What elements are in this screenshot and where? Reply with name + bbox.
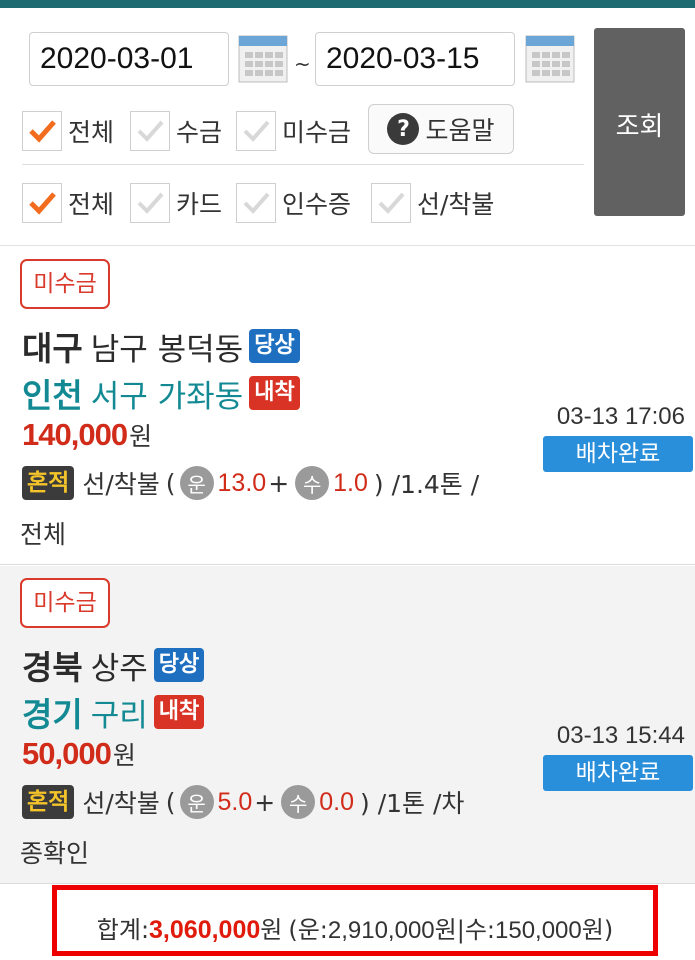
price-currency: 원: [112, 741, 136, 770]
detail-tail: ) /1.4톤 /: [373, 470, 480, 499]
pay-type: 선/착불: [82, 470, 160, 499]
checkbox-label: 전체: [68, 190, 115, 219]
fare-icon: 운: [179, 785, 214, 819]
top-accent-bar: [0, 0, 695, 8]
breakdown-prefix: (운:: [288, 916, 328, 944]
price-amount: 140,000: [22, 417, 128, 452]
origin-region: 대구: [22, 329, 83, 368]
vehicle-text: 전체: [20, 520, 67, 549]
question-icon: ?: [387, 113, 420, 145]
fare-total: 2,910,000: [327, 917, 435, 944]
type-all-checkbox[interactable]: 전체: [22, 180, 114, 226]
payment-all-checkbox[interactable]: 전체: [22, 108, 114, 154]
vehicle-text: 종확인: [20, 839, 90, 868]
paren-open: (: [165, 468, 176, 498]
type-filter-row: 전체 카드 인수증 선/착불: [0, 180, 590, 226]
dispatch-status-badge: 배차완료: [543, 755, 693, 791]
detail-line: 혼적 선/착불 ( 운 13.0 + 수 1.0 ) /1.4톤 /: [22, 465, 479, 501]
fee-total: 150,000: [495, 917, 582, 944]
origin-line: 경북 상주 당상: [22, 641, 205, 689]
help-label: 도움말: [425, 116, 495, 145]
dispatch-status-badge: 배차완료: [543, 436, 693, 472]
total-amount: 3,060,000: [149, 916, 261, 944]
total-label: 합계:: [96, 916, 150, 944]
checkbox-label: 카드: [176, 190, 223, 219]
type-prepaid-collect-checkbox[interactable]: 선/착불: [371, 180, 494, 226]
load-type-tag: 혼적: [22, 466, 75, 500]
checkbox-label: 수금: [176, 118, 223, 147]
destination-line: 경기 구리 내착: [22, 688, 205, 736]
order-card[interactable]: 미수금 경북 상주 당상 경기 구리 내착 50,000 원 혼적 선/착불 (…: [0, 566, 695, 884]
load-type-tag: 혼적: [22, 785, 75, 819]
checkmark-icon: [22, 111, 62, 151]
fee-value: 0.0: [319, 787, 355, 816]
price-amount: 50,000: [22, 736, 112, 771]
checkbox-label: 미수금: [282, 118, 352, 147]
breakdown-separator: 원|수:: [434, 916, 495, 944]
type-card-checkbox[interactable]: 카드: [130, 180, 222, 226]
total-summary: 합계: 3,060,000 원 (운: 2,910,000 원|수: 150,0…: [52, 885, 658, 956]
dest-region: 인천: [22, 376, 83, 415]
plus-sign: +: [268, 468, 290, 498]
filter-panel: 2020-03-01 ~ 2020-03-15 조회 전체 수금 미수금 ? 도…: [0, 8, 695, 246]
order-card[interactable]: 미수금 대구 남구 봉덕동 당상 인천 서구 가좌동 내착 140,000 원 …: [0, 247, 695, 565]
start-date-input[interactable]: 2020-03-01: [29, 32, 229, 86]
end-calendar-icon[interactable]: [525, 34, 575, 84]
price-line: 140,000 원: [22, 417, 152, 453]
destination-line: 인천 서구 가좌동 내착: [22, 369, 300, 417]
date-range-separator: ~: [294, 52, 311, 76]
dest-tag: 내착: [249, 376, 300, 410]
plus-sign: +: [254, 787, 276, 817]
origin-line: 대구 남구 봉덕동 당상: [22, 322, 300, 370]
origin-tag: 당상: [249, 329, 300, 363]
query-button[interactable]: 조회: [594, 28, 685, 216]
detail-line: 혼적 선/착불 ( 운 5.0 + 수 0.0 ) /1톤 /차: [22, 784, 464, 820]
fee-icon: 수: [295, 466, 330, 500]
checkbox-label: 전체: [68, 118, 115, 147]
checkmark-icon: [371, 183, 411, 223]
dest-detail: 서구 가좌동: [90, 378, 244, 415]
order-time: 03-13 17:06: [556, 403, 685, 430]
end-date-input[interactable]: 2020-03-15: [315, 32, 515, 86]
fare-value: 13.0: [217, 468, 267, 497]
unpaid-badge: 미수금: [20, 578, 110, 628]
breakdown-suffix: 원): [581, 916, 614, 944]
type-receipt-checkbox[interactable]: 인수증: [236, 180, 351, 226]
detail-tail: ) /1톤 /차: [360, 789, 465, 818]
total-currency: 원: [260, 916, 283, 944]
checkmark-icon: [236, 111, 276, 151]
filter-divider: [22, 164, 584, 165]
origin-region: 경북: [22, 648, 83, 687]
payment-collected-checkbox[interactable]: 수금: [130, 108, 222, 154]
start-calendar-icon[interactable]: [238, 34, 288, 84]
dest-detail: 구리: [90, 697, 148, 734]
checkmark-icon: [22, 183, 62, 223]
pay-type: 선/착불: [82, 789, 160, 818]
checkmark-icon: [236, 183, 276, 223]
payment-unpaid-checkbox[interactable]: 미수금: [236, 108, 351, 154]
origin-detail: 상주: [90, 650, 148, 687]
fare-icon: 운: [179, 466, 214, 500]
checkbox-label: 인수증: [282, 190, 352, 219]
paren-open: (: [165, 787, 176, 817]
price-currency: 원: [129, 422, 153, 451]
fare-value: 5.0: [217, 787, 253, 816]
dest-region: 경기: [22, 695, 83, 734]
price-line: 50,000 원: [22, 736, 136, 772]
origin-tag: 당상: [153, 648, 205, 682]
dest-tag: 내착: [153, 695, 205, 729]
origin-detail: 남구 봉덕동: [90, 331, 244, 368]
fee-icon: 수: [281, 785, 316, 819]
checkmark-icon: [130, 111, 170, 151]
checkmark-icon: [130, 183, 170, 223]
help-button[interactable]: ? 도움말: [368, 104, 514, 154]
fee-value: 1.0: [333, 468, 368, 497]
unpaid-badge: 미수금: [20, 259, 110, 309]
order-time: 03-13 15:44: [556, 722, 685, 749]
checkbox-label: 선/착불: [417, 190, 495, 219]
